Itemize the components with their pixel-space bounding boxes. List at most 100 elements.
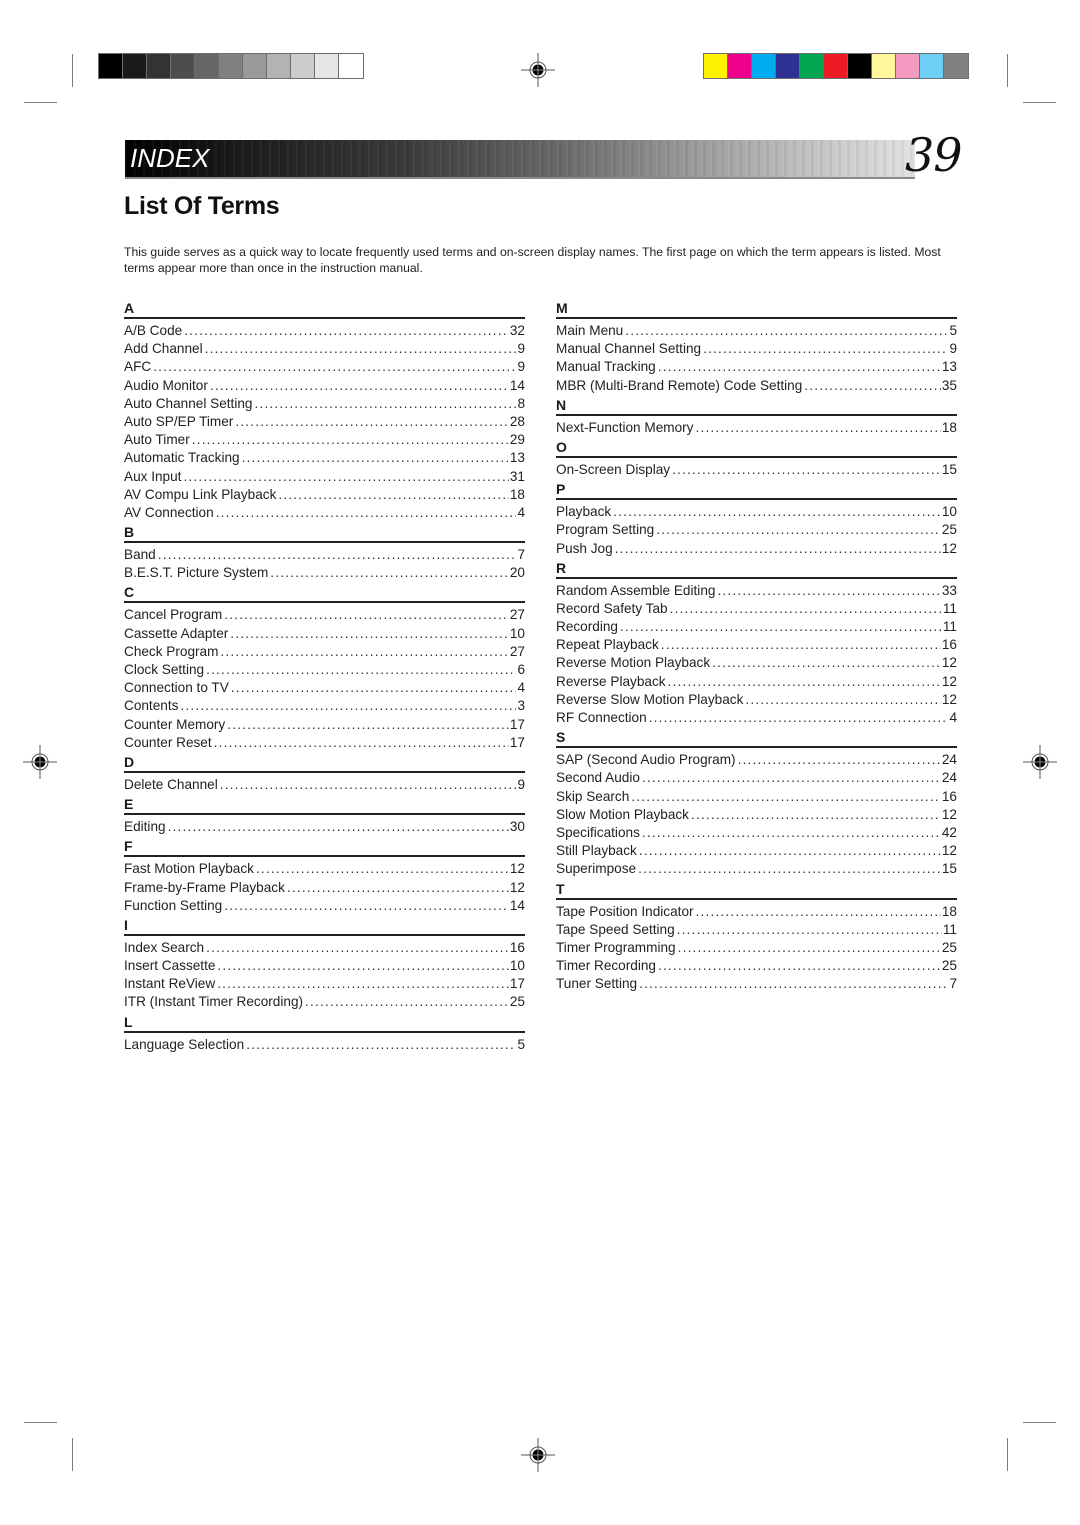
index-entry: Playback 10 (556, 503, 957, 521)
index-entry: Connection to TV 4 (124, 679, 525, 697)
index-page-number: 7 (949, 976, 957, 992)
index-page-number: 10 (509, 625, 525, 641)
index-term: Auto Timer (124, 432, 190, 448)
gray-swatch (171, 54, 195, 78)
index-page-number: 25 (941, 958, 957, 974)
section-letter-heading: A (124, 298, 525, 319)
index-entry: Recording 11 (556, 618, 957, 636)
index-term: AV Connection (124, 504, 214, 520)
index-page-number: 42 (941, 824, 957, 840)
dot-leader (738, 751, 941, 769)
dot-leader (678, 939, 941, 957)
index-term: Clock Setting (124, 662, 205, 677)
index-page-number: 9 (949, 341, 957, 357)
index-term: Add Channel (124, 341, 203, 357)
index-page-number: 4 (517, 504, 525, 520)
gray-swatch (315, 54, 339, 78)
dot-leader (220, 643, 508, 661)
index-term: Superimpose (556, 861, 637, 877)
color-swatch (944, 54, 968, 78)
index-entry: Skip Search 16 (556, 788, 957, 806)
crop-mark-bottom-right-h (1023, 1422, 1056, 1423)
dot-leader (287, 879, 509, 897)
index-section: FFast Motion Playback12Frame-by-Frame Pl… (124, 836, 525, 915)
color-swatch (872, 54, 896, 78)
dot-leader (205, 340, 517, 358)
index-entry: Counter Memory 17 (124, 716, 525, 734)
index-entry: Instant ReView 17 (124, 975, 525, 993)
dot-leader (242, 449, 509, 467)
index-page-number: 12 (941, 655, 957, 671)
index-page-number: 31 (509, 468, 525, 484)
index-section: T Tape Position Indicator 18 Tape Speed Set… (556, 879, 957, 994)
crop-mark-top-right-h (1023, 102, 1056, 103)
index-entry: Reverse Motion Playback 12 (556, 654, 957, 672)
index-section: SSAP (Second Audio Program)24Second Audi… (556, 727, 957, 878)
section-letter-heading: B (124, 522, 525, 544)
index-entry: Insert Cassette 10 (124, 957, 525, 975)
crop-mark-top-left-v (72, 54, 73, 87)
index-page-number: 11 (942, 619, 957, 635)
section-letter-heading: T (556, 879, 957, 900)
index-page-number: 12 (941, 843, 957, 859)
index-entry: Program Setting 25 (556, 521, 957, 539)
index-entry: AV Compu Link Playback 18 (124, 486, 525, 504)
index-entry: Reverse Playback 12 (556, 673, 957, 691)
dot-leader (639, 842, 941, 860)
index-entry: Cancel Program 27 (124, 606, 525, 624)
index-page-number: 30 (509, 819, 525, 835)
index-term: Program Setting (556, 522, 655, 538)
index-page-number: 17 (509, 976, 525, 992)
index-page-number: 12 (941, 806, 957, 822)
index-term: Editing (124, 819, 166, 835)
dot-leader (256, 860, 509, 878)
dot-leader (168, 818, 509, 836)
registration-mark-left-icon (23, 745, 57, 779)
index-page-number: 14 (509, 897, 525, 913)
dot-leader (254, 395, 516, 413)
index-page-number: 10 (941, 504, 957, 520)
index-term: Still Playback (556, 843, 637, 859)
index-entry: Tape Position Indicator 18 (556, 903, 957, 921)
section-letter-heading: M (556, 298, 957, 319)
section-letter-heading: R (556, 558, 957, 579)
index-term: Counter Reset (124, 734, 212, 750)
process-color-bar (703, 53, 969, 79)
index-term: Connection to TV (124, 680, 229, 696)
index-page-number: 5 (517, 1036, 525, 1052)
section-letter-heading: N (556, 395, 957, 416)
index-section: MMain Menu5Manual Channel Setting9Manual… (556, 298, 957, 395)
index-entry: Next-Function Memory 18 (556, 419, 957, 437)
index-page-number: 12 (941, 540, 957, 556)
index-term: Manual Channel Setting (556, 341, 702, 357)
index-page-number: 12 (941, 673, 957, 689)
color-swatch (848, 54, 872, 78)
index-term: Contents (124, 698, 179, 714)
dot-leader (278, 486, 509, 504)
index-entry: Timer Programming 25 (556, 939, 957, 957)
index-page-number: 11 (942, 921, 957, 937)
section-letter-heading: L (124, 1012, 525, 1033)
index-term: RF Connection (556, 710, 647, 725)
index-entry: Band 7 (124, 546, 525, 564)
index-page-number: 14 (509, 377, 525, 393)
index-term: SAP (Second Audio Program) (556, 752, 736, 768)
index-entry: SAP (Second Audio Program) 24 (556, 751, 957, 769)
index-term: Playback (556, 504, 612, 520)
index-entry: Clock Setting 6 (124, 661, 525, 679)
index-page-number: 17 (509, 716, 525, 732)
index-entry: Auto Timer 29 (124, 431, 525, 449)
index-term: Tape Speed Setting (556, 921, 675, 937)
dot-leader (210, 377, 509, 395)
dot-leader (305, 993, 509, 1011)
index-page-number: 4 (949, 710, 957, 725)
index-term: MBR (Multi-Brand Remote) Code Setting (556, 377, 803, 393)
index-page-number: 25 (941, 939, 957, 955)
dot-leader (615, 540, 941, 558)
dot-leader (745, 691, 941, 709)
index-page-number: 13 (509, 450, 525, 466)
section-letter-heading: O (556, 437, 957, 458)
index-page-number: 25 (941, 522, 957, 538)
index-page-number: 35 (941, 377, 957, 393)
index-page-number: 15 (941, 461, 957, 477)
